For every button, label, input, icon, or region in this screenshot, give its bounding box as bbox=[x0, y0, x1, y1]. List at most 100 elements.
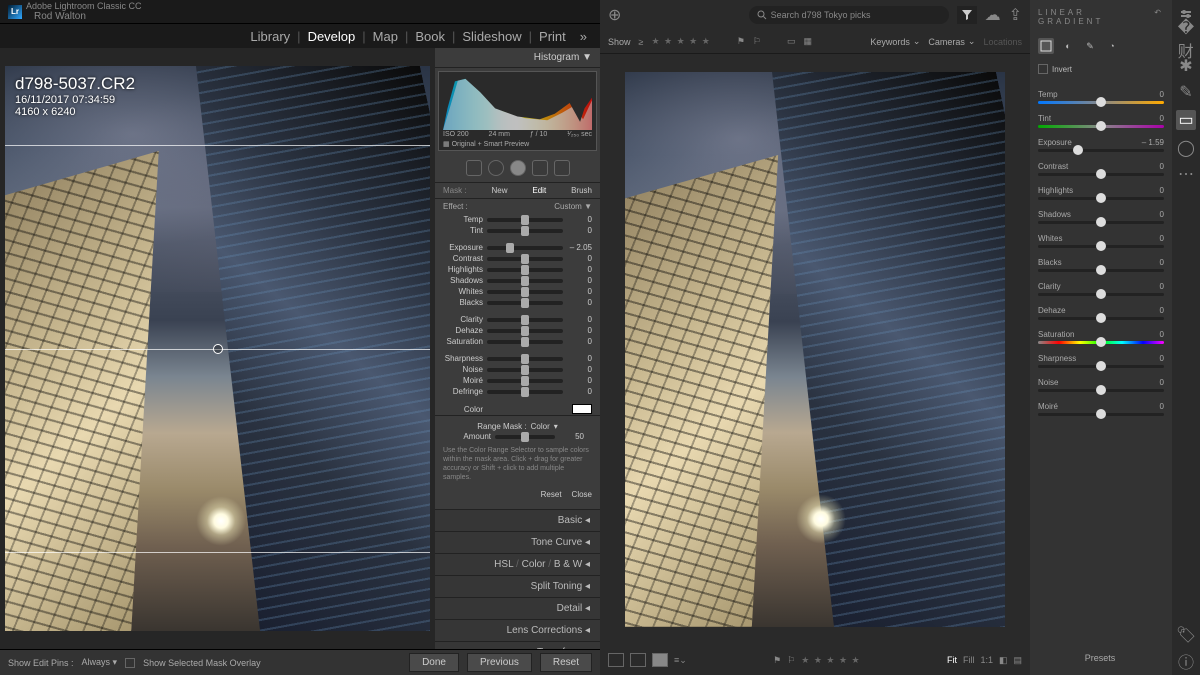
cc-slider-noise[interactable]: Noise0 bbox=[1038, 372, 1164, 396]
invert-checkbox[interactable]: Invert bbox=[1038, 58, 1164, 84]
undo-icon[interactable]: ↶ bbox=[1154, 8, 1164, 26]
zoom-1to1[interactable]: 1:1 bbox=[980, 655, 993, 665]
sort-icon[interactable]: ≡⌄ bbox=[674, 655, 687, 666]
add-icon[interactable]: ⊕ bbox=[608, 5, 621, 25]
mask-overlay-checkbox[interactable] bbox=[125, 658, 135, 668]
flag-reject-icon[interactable]: ⚐ bbox=[753, 36, 761, 47]
panel-tone-curve[interactable]: Tone Curve ◂ bbox=[435, 531, 600, 553]
crop-tool[interactable] bbox=[466, 160, 482, 176]
histogram-header[interactable]: Histogram ▼ bbox=[435, 48, 600, 68]
slider-moiré[interactable]: Moiré0 bbox=[435, 375, 600, 386]
radial-rail-icon[interactable]: ◯ bbox=[1178, 140, 1194, 156]
spot-tool[interactable] bbox=[488, 160, 504, 176]
panel-transform[interactable]: Transform ◂ bbox=[435, 641, 600, 649]
keyword-rail-icon[interactable]: 🏷 bbox=[1178, 627, 1194, 643]
cc-slider-temp[interactable]: Temp0 bbox=[1038, 84, 1164, 108]
zoom-fill[interactable]: Fill bbox=[963, 655, 975, 665]
square-view-button[interactable] bbox=[630, 653, 646, 667]
slider-defringe[interactable]: Defringe0 bbox=[435, 386, 600, 397]
panel-lens-corrections[interactable]: Lens Corrections ◂ bbox=[435, 619, 600, 641]
rm-close[interactable]: Close bbox=[572, 490, 592, 499]
slider-temp[interactable]: Temp0 bbox=[435, 214, 600, 225]
slider-clarity[interactable]: Clarity0 bbox=[435, 314, 600, 325]
brush-rail-icon[interactable]: ✎ bbox=[1178, 84, 1194, 100]
cc-slider-saturation[interactable]: Saturation0 bbox=[1038, 324, 1164, 348]
slider-whites[interactable]: Whites0 bbox=[435, 286, 600, 297]
slider-dehaze[interactable]: Dehaze0 bbox=[435, 325, 600, 336]
slider-tint[interactable]: Tint0 bbox=[435, 225, 600, 236]
cc-slider-blacks[interactable]: Blacks0 bbox=[1038, 252, 1164, 276]
slider-contrast[interactable]: Contrast0 bbox=[435, 253, 600, 264]
share-icon[interactable]: ⇪ bbox=[1009, 5, 1022, 25]
presets-button[interactable]: Presets bbox=[1030, 647, 1170, 669]
flag-pick-icon[interactable]: ⚑ bbox=[737, 36, 745, 47]
crop-rail-icon[interactable]: �财 bbox=[1178, 32, 1194, 48]
range-mask-mode[interactable]: Color bbox=[531, 422, 550, 431]
eraser-tool[interactable]: ◔ bbox=[1104, 38, 1120, 54]
unflag-icon[interactable]: ⚐ bbox=[787, 655, 795, 666]
brush-mask-tool[interactable]: ✎ bbox=[1082, 38, 1098, 54]
nav-print[interactable]: Print bbox=[532, 29, 573, 44]
panel-split-toning[interactable]: Split Toning ◂ bbox=[435, 575, 600, 597]
cc-slider-contrast[interactable]: Contrast0 bbox=[1038, 156, 1164, 180]
cc-slider-sharpness[interactable]: Sharpness0 bbox=[1038, 348, 1164, 372]
cc-slider-shadows[interactable]: Shadows0 bbox=[1038, 204, 1164, 228]
detail-view-button[interactable] bbox=[652, 653, 668, 667]
cc-slider-highlights[interactable]: Highlights0 bbox=[1038, 180, 1164, 204]
filmstrip-icon[interactable]: ▤ bbox=[1013, 655, 1022, 666]
pins-mode-dropdown[interactable]: Always ▾ bbox=[82, 657, 118, 668]
reset-button[interactable]: Reset bbox=[540, 653, 592, 672]
panel-basic[interactable]: Basic ◂ bbox=[435, 509, 600, 531]
keywords-dropdown[interactable]: Keywords ⌄ bbox=[870, 36, 920, 47]
done-button[interactable]: Done bbox=[409, 653, 459, 672]
mask-edit[interactable]: Edit bbox=[532, 186, 546, 195]
panel-detail[interactable]: Detail ◂ bbox=[435, 597, 600, 619]
brush-tool[interactable] bbox=[554, 160, 570, 176]
view-grid-icon[interactable]: ▦ bbox=[803, 36, 812, 47]
cameras-dropdown[interactable]: Cameras ⌄ bbox=[928, 36, 975, 47]
slider-blacks[interactable]: Blacks0 bbox=[435, 297, 600, 308]
linear-gradient-tool[interactable] bbox=[1038, 38, 1054, 54]
cc-slider-dehaze[interactable]: Dehaze0 bbox=[1038, 300, 1164, 324]
previous-button[interactable]: Previous bbox=[467, 653, 532, 672]
rating-stars[interactable]: ★ ★ ★ ★ ★ bbox=[801, 655, 860, 666]
slider-highlights[interactable]: Highlights0 bbox=[435, 264, 600, 275]
nav-slideshow[interactable]: Slideshow bbox=[455, 29, 528, 44]
histogram[interactable]: ISO 20024 mmƒ / 10¹⁄₂₅₀ sec ▦ Original +… bbox=[438, 71, 597, 151]
slider-noise[interactable]: Noise0 bbox=[435, 364, 600, 375]
cc-slider-moiré[interactable]: Moiré0 bbox=[1038, 396, 1164, 420]
cc-slider-whites[interactable]: Whites0 bbox=[1038, 228, 1164, 252]
slider-saturation[interactable]: Saturation0 bbox=[435, 336, 600, 347]
grid-view-button[interactable] bbox=[608, 653, 624, 667]
cloud-icon[interactable]: ☁ bbox=[985, 5, 1001, 25]
cc-slider-exposure[interactable]: Exposure– 1.59 bbox=[1038, 132, 1164, 156]
gradient-tool[interactable] bbox=[510, 160, 526, 176]
heal-rail-icon[interactable]: ✱ bbox=[1178, 58, 1194, 74]
nav-more[interactable]: » bbox=[573, 29, 594, 44]
nav-map[interactable]: Map bbox=[366, 29, 405, 44]
rm-reset[interactable]: Reset bbox=[541, 490, 562, 499]
mask-brush[interactable]: Brush bbox=[571, 186, 592, 195]
nav-library[interactable]: Library bbox=[243, 29, 297, 44]
gradient-pin[interactable] bbox=[213, 344, 223, 354]
zoom-fit[interactable]: Fit bbox=[947, 655, 957, 665]
flag-icon[interactable]: ⚑ bbox=[773, 655, 781, 666]
nav-book[interactable]: Book bbox=[408, 29, 452, 44]
filter-funnel-icon[interactable] bbox=[957, 6, 977, 24]
radial-gradient-tool[interactable]: ◐ bbox=[1060, 38, 1076, 54]
more-icon[interactable]: ⋯ bbox=[1178, 166, 1194, 182]
radial-tool[interactable] bbox=[532, 160, 548, 176]
gradient-rail-icon[interactable]: ▭ bbox=[1176, 110, 1196, 130]
rating-filter[interactable]: ★ ★ ★ ★ ★ bbox=[651, 36, 710, 47]
nav-develop[interactable]: Develop bbox=[301, 29, 363, 44]
slider-sharpness[interactable]: Sharpness0 bbox=[435, 353, 600, 364]
view-single-icon[interactable]: ▭ bbox=[787, 36, 796, 47]
color-swatch[interactable] bbox=[572, 404, 592, 414]
compare-icon[interactable]: ◧ bbox=[999, 655, 1008, 666]
cc-slider-clarity[interactable]: Clarity0 bbox=[1038, 276, 1164, 300]
cc-image-canvas[interactable] bbox=[600, 54, 1030, 645]
info-rail-icon[interactable]: ⓘ bbox=[1178, 653, 1194, 669]
mask-new[interactable]: New bbox=[491, 186, 507, 195]
image-canvas[interactable]: d798-5037.CR2 16/11/2017 07:34:59 4160 x… bbox=[0, 48, 435, 649]
search-input[interactable]: Search d798 Tokyo picks bbox=[749, 6, 949, 24]
